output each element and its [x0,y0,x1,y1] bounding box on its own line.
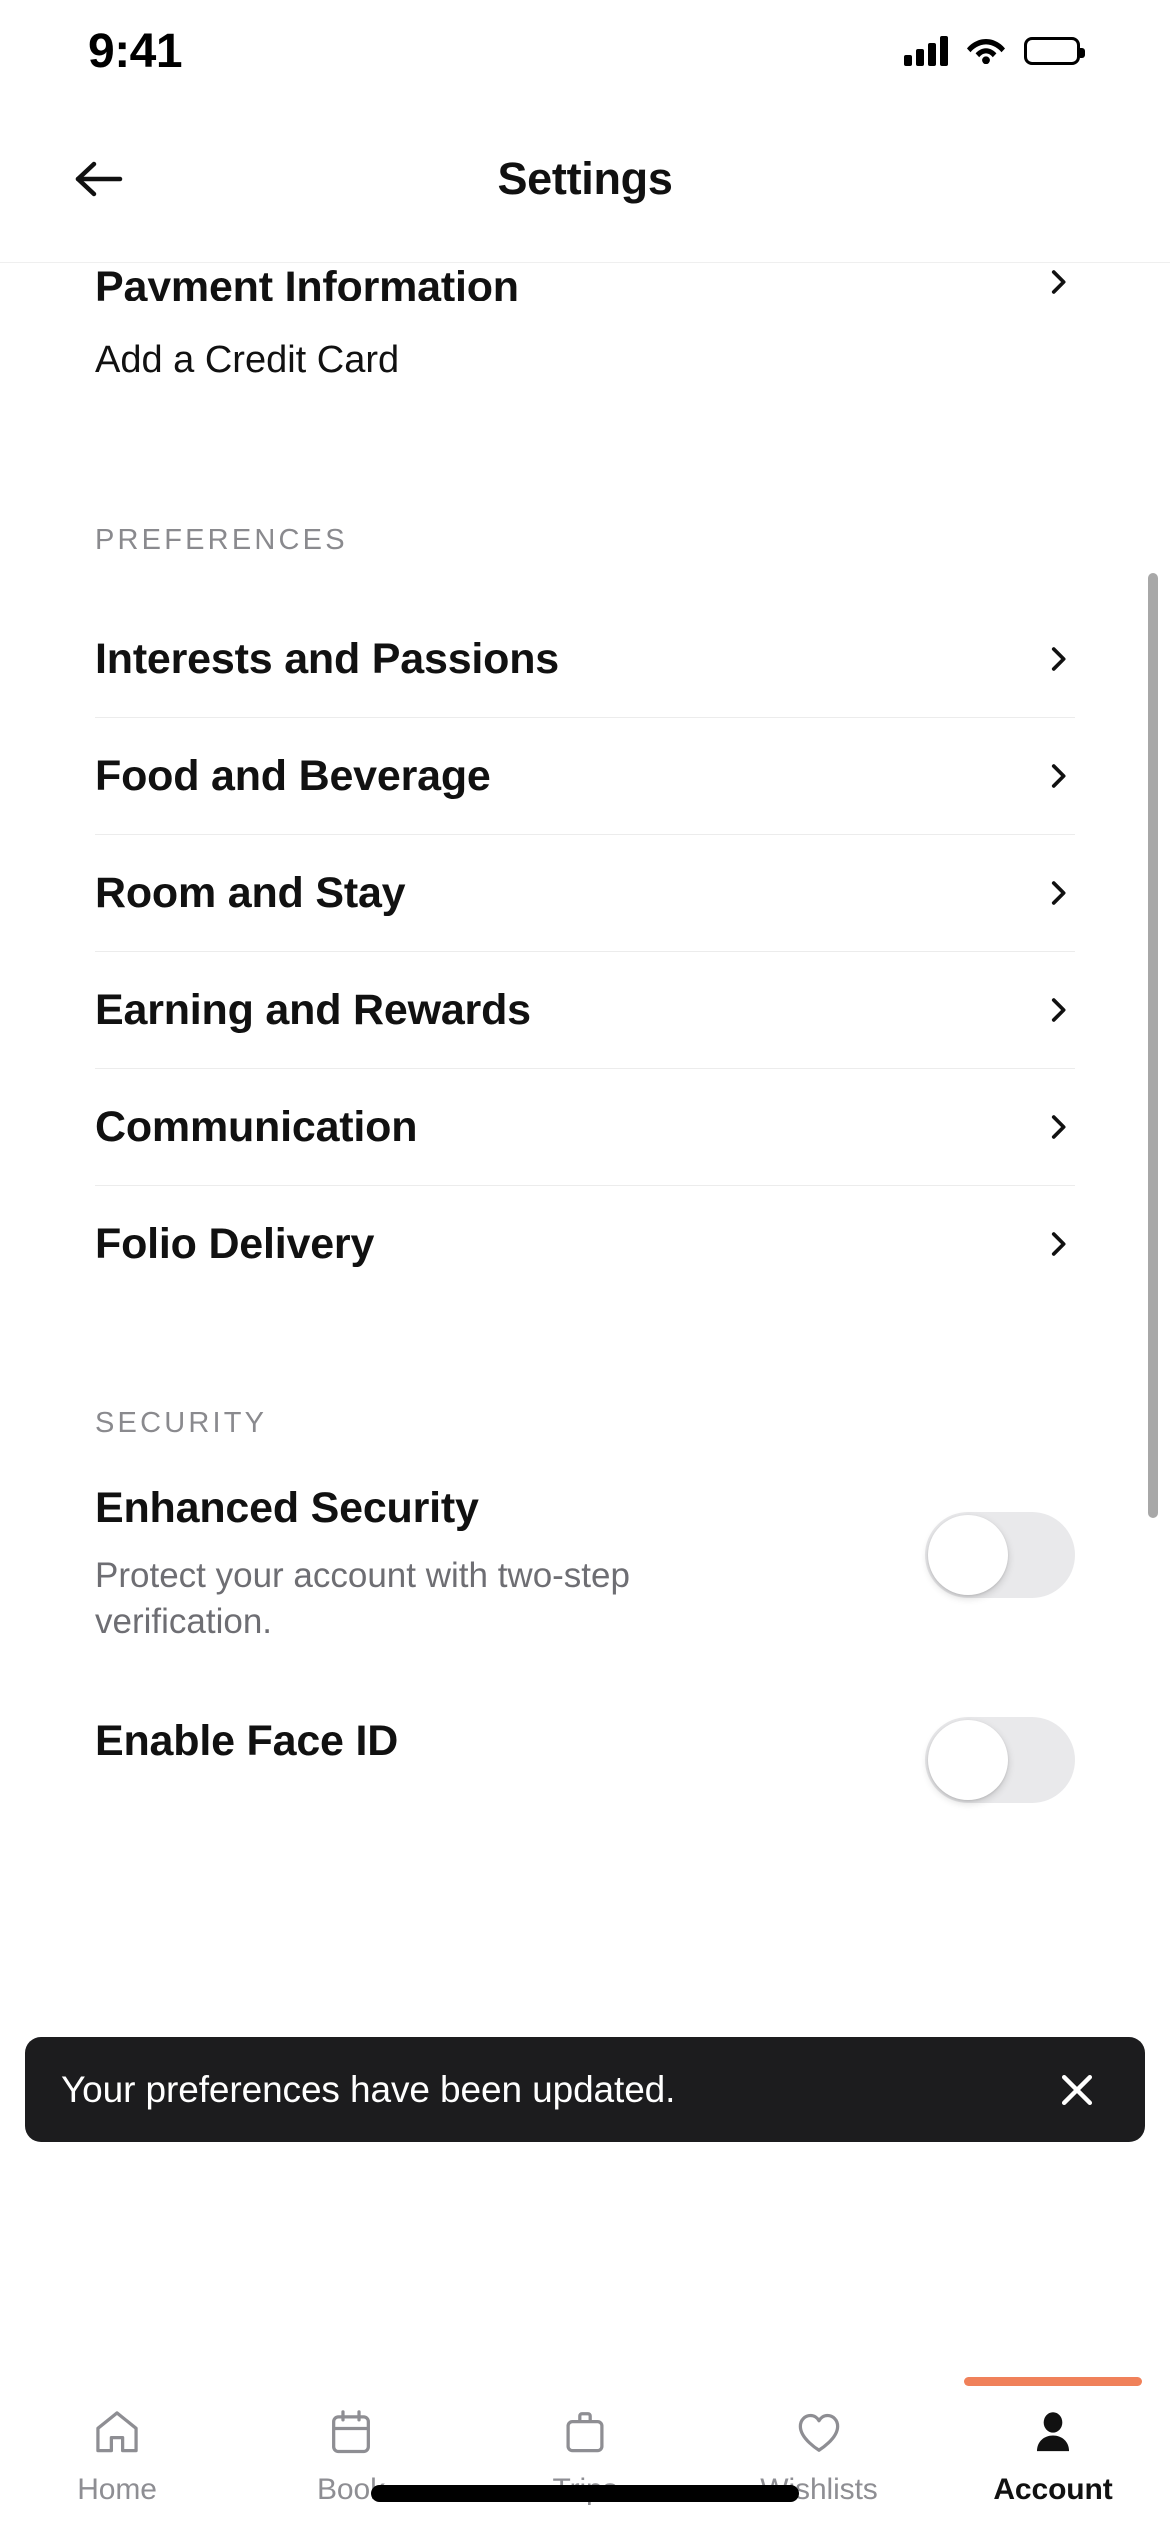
heart-icon [793,2405,845,2459]
toggle-knob [928,1720,1008,1801]
row-label: Communication [95,1102,418,1151]
wifi-icon [966,34,1006,69]
row-text-block: Enhanced Security Protect your account w… [95,1484,785,1645]
settings-row-add-credit-card[interactable]: Add a Credit Card [0,301,1170,419]
vertical-scrollbar[interactable] [1148,573,1158,1518]
calendar-icon [325,2405,377,2459]
person-icon [1027,2405,1079,2459]
row-text-block: Enable Face ID [95,1717,398,1786]
face-id-toggle[interactable] [925,1717,1075,1804]
settings-row-interests-and-passions[interactable]: Interests and Passions [0,601,1170,717]
chevron-right-icon [1041,1227,1075,1261]
arrow-left-icon [75,161,123,197]
chevron-right-icon [1041,642,1075,676]
settings-row-enhanced-security[interactable]: Enhanced Security Protect your account w… [0,1484,1170,1645]
toggle-knob [928,1515,1008,1595]
status-bar-icons [904,34,1085,69]
battery-full-icon [1024,37,1085,65]
settings-row-enable-face-id[interactable]: Enable Face ID [0,1717,1170,1804]
active-tab-indicator [964,2377,1142,2386]
bottom-tab-bar: Home Book Trips [0,2377,1170,2532]
settings-row-payment-information[interactable]: Payment Information [0,263,1170,301]
app-screen: 9:41 Settings Payment Information Add a … [0,0,1170,2532]
chevron-right-icon [1041,993,1075,1027]
back-button[interactable] [60,139,140,219]
row-label: Payment Information [95,263,519,301]
tab-home[interactable]: Home [0,2405,234,2507]
settings-row-earning-and-rewards[interactable]: Earning and Rewards [0,952,1170,1068]
chevron-right-icon [1041,876,1075,910]
row-label: Add a Credit Card [95,338,400,381]
row-label: Interests and Passions [95,634,560,683]
row-label: Enhanced Security [95,1484,479,1532]
nav-header: Settings [0,96,1170,263]
status-bar: 9:41 [0,0,1170,96]
row-label: Enable Face ID [95,1717,399,1766]
row-label: Earning and Rewards [95,985,531,1034]
settings-row-communication[interactable]: Communication [0,1069,1170,1185]
enhanced-security-toggle[interactable] [925,1512,1075,1598]
row-label: Room and Stay [95,868,406,917]
row-label: Folio Delivery [95,1219,375,1268]
toast-message: Your preferences have been updated. [61,2068,676,2110]
close-x-icon [1061,2074,1093,2105]
row-description: Protect your account with two-step verif… [95,1556,630,1642]
tab-account[interactable]: Account [936,2377,1170,2507]
chevron-right-icon [1041,1110,1075,1144]
settings-row-room-and-stay[interactable]: Room and Stay [0,835,1170,951]
signal-bars-icon [904,36,948,66]
suitcase-icon [559,2405,611,2459]
tab-label: Home [77,2473,157,2506]
toast-notification: Your preferences have been updated. [25,2037,1145,2142]
home-icon [91,2405,143,2459]
settings-row-food-and-beverage[interactable]: Food and Beverage [0,718,1170,834]
section-header-preferences: PREFERENCES [95,524,348,556]
settings-row-folio-delivery[interactable]: Folio Delivery [0,1186,1170,1302]
chevron-right-icon [1041,265,1075,299]
row-label: Food and Beverage [95,751,491,800]
section-header-security: SECURITY [95,1407,268,1439]
status-bar-time: 9:41 [88,24,183,78]
home-indicator [371,2485,799,2502]
page-title: Settings [497,153,673,204]
tab-label: Account [993,2473,1113,2506]
toast-close-button[interactable] [1049,2062,1105,2118]
chevron-right-icon [1041,759,1075,793]
